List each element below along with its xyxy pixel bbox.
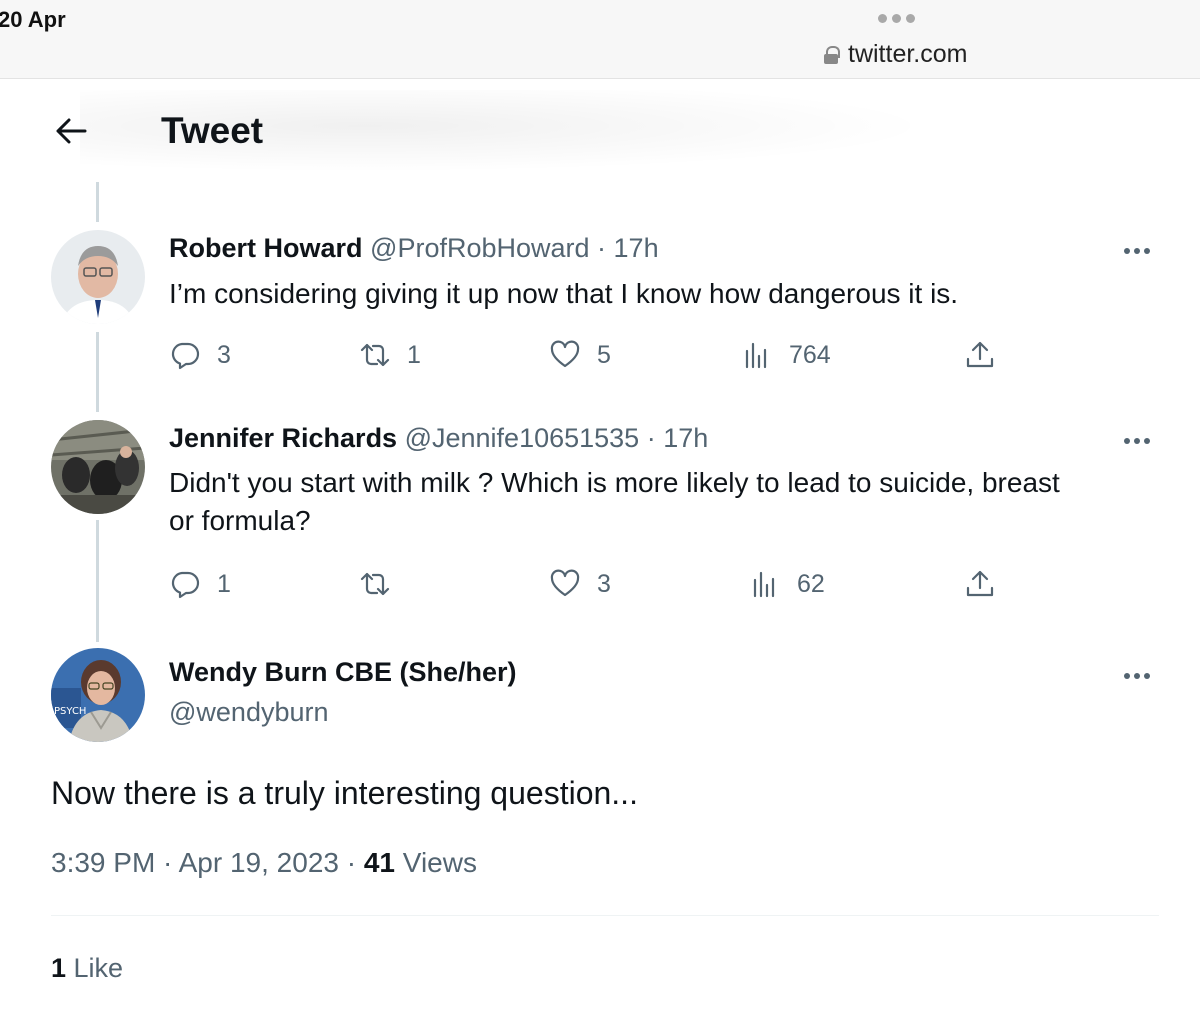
share-button[interactable] <box>964 568 996 600</box>
retweet-icon <box>360 572 390 596</box>
tweet-text: Didn't you start with milk ? Which is mo… <box>169 464 1159 540</box>
views-count: 62 <box>797 569 825 598</box>
lock-icon <box>824 45 840 64</box>
address-bar[interactable]: twitter.com <box>824 40 967 69</box>
reply-icon <box>171 571 200 599</box>
tweet-actions: 3 1 5 764 <box>169 339 1009 375</box>
like-button[interactable]: 3 <box>549 568 611 600</box>
share-icon <box>966 570 994 597</box>
retweet-count: 1 <box>407 340 421 369</box>
tweet-timestamp[interactable]: 3:39 PM · Apr 19, 2023 · <box>51 847 364 878</box>
author-name[interactable]: Wendy Burn CBE (She/her) <box>169 657 517 688</box>
thread-line <box>96 520 99 642</box>
tweet-text-line: Didn't you start with milk ? Which is mo… <box>169 467 1060 498</box>
views-button[interactable]: 764 <box>741 339 831 371</box>
views-count: 764 <box>789 340 831 369</box>
retweet-icon <box>360 343 390 367</box>
like-icon <box>550 340 580 368</box>
page-header: Tweet <box>0 80 1200 180</box>
page-title: Tweet <box>161 110 264 151</box>
views-icon <box>753 571 775 598</box>
retweet-button[interactable]: 1 <box>359 339 421 371</box>
more-icon[interactable] <box>1124 248 1150 254</box>
main-tweet-meta: 3:39 PM · Apr 19, 2023 · 41 Views <box>51 847 477 879</box>
views-count: 41 <box>363 847 395 878</box>
like-count: 3 <box>597 569 611 598</box>
author-handle[interactable]: @Jennife10651535 <box>405 423 640 453</box>
views-icon <box>745 342 767 369</box>
like-count: 5 <box>597 340 611 369</box>
author-handle[interactable]: @ProfRobHoward <box>370 233 590 263</box>
url-text: twitter.com <box>848 40 968 68</box>
likes-label: Like <box>66 953 124 983</box>
avatar[interactable]: PSYCH <box>51 648 145 742</box>
avatar[interactable] <box>51 420 145 514</box>
reply-button[interactable]: 1 <box>169 568 231 600</box>
thread-line <box>96 182 99 222</box>
thread-line <box>96 332 99 412</box>
reply-icon <box>171 342 200 370</box>
main-tweet-text: Now there is a truly interesting questio… <box>51 775 638 811</box>
tweet-text: I’m considering giving it up now that I … <box>169 278 959 309</box>
likes-count: 1 <box>51 953 67 983</box>
main-tweet-author: Wendy Burn CBE (She/her) <box>169 657 517 688</box>
views-label: Views <box>395 847 477 878</box>
author-handle[interactable]: @wendyburn <box>169 697 329 728</box>
avatar[interactable] <box>51 230 145 324</box>
status-date: 20 Apr <box>0 7 66 32</box>
share-button[interactable] <box>964 339 996 371</box>
tweet-text-line: or formula? <box>169 505 311 536</box>
retweet-button[interactable] <box>359 568 407 600</box>
browser-bar: 20 Apr twitter.com <box>0 0 1200 79</box>
tab-options-icon[interactable] <box>878 14 915 23</box>
tweet-time[interactable]: · 17h <box>597 233 659 263</box>
author-name[interactable]: Robert Howard <box>169 233 363 263</box>
author-name[interactable]: Jennifer Richards <box>169 423 397 453</box>
tweet-time[interactable]: · 17h <box>647 423 709 453</box>
back-arrow-icon[interactable] <box>54 116 88 146</box>
tweet-header: Robert Howard @ProfRobHoward · 17h <box>169 233 659 264</box>
more-icon[interactable] <box>1124 673 1150 679</box>
views-button[interactable]: 62 <box>749 568 825 600</box>
reply-count: 1 <box>217 569 231 598</box>
tweet-header: Jennifer Richards @Jennife10651535 · 17h <box>169 423 708 454</box>
divider <box>51 915 1159 916</box>
like-icon <box>550 569 580 597</box>
main-tweet-handle-row: @wendyburn <box>169 697 329 728</box>
reply-count: 3 <box>217 340 231 369</box>
share-icon <box>966 341 994 368</box>
tweet-actions: 1 3 62 <box>169 568 1009 604</box>
like-button[interactable]: 5 <box>549 339 611 371</box>
more-icon[interactable] <box>1124 438 1150 444</box>
reply-button[interactable]: 3 <box>169 339 231 371</box>
likes-summary[interactable]: 1 Like <box>51 953 123 984</box>
svg-text:PSYCH: PSYCH <box>54 706 86 717</box>
